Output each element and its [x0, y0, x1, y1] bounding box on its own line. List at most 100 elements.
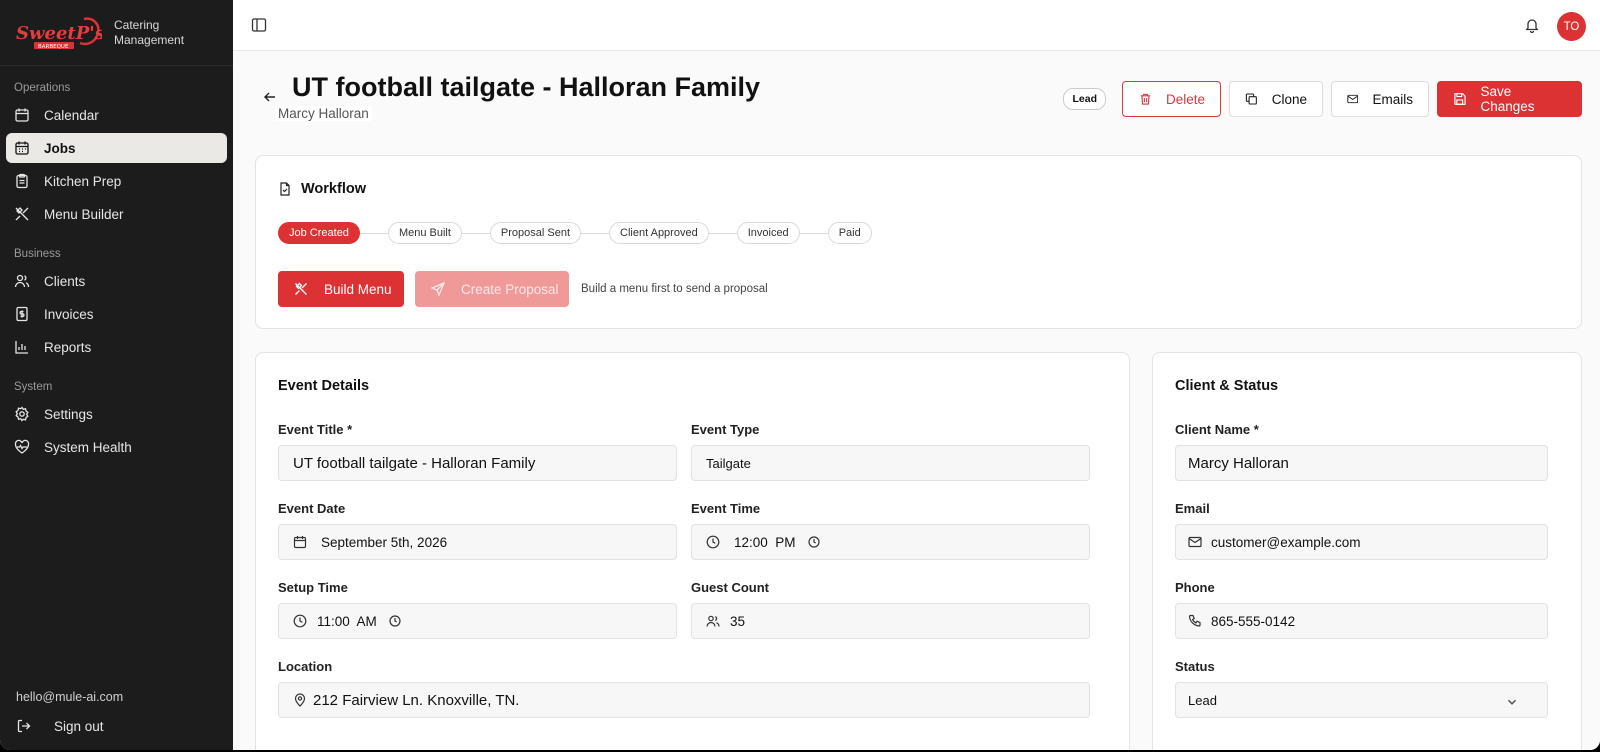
- brand-logo[interactable]: SweetP's BARBEQUE: [14, 15, 102, 51]
- create-proposal-button[interactable]: Create Proposal: [415, 271, 569, 307]
- event-type-field[interactable]: Tailgate: [691, 445, 1090, 481]
- nav-system: System Settings System Health: [0, 365, 233, 462]
- location-field[interactable]: 212 Fairview Ln. Knoxville, TN.: [278, 682, 1090, 718]
- setup-time-label: Setup Time: [278, 580, 348, 595]
- phone-icon: [1188, 614, 1201, 627]
- phone-field[interactable]: 865-555-0142: [1175, 603, 1548, 639]
- chevron-down-icon: [1507, 699, 1517, 705]
- sidebar-item-label: System Health: [44, 439, 132, 455]
- receipt-icon: [14, 306, 30, 322]
- location-value: 212 Fairview Ln. Knoxville, TN.: [313, 691, 520, 709]
- sign-out-button[interactable]: Sign out: [16, 718, 217, 734]
- sidebar-item-invoices[interactable]: Invoices: [6, 299, 227, 329]
- step-connector: [799, 232, 828, 234]
- event-details-title: Event Details: [278, 378, 370, 394]
- client-name-field[interactable]: Marcy Halloran: [1175, 445, 1548, 481]
- emails-label: Emails: [1372, 91, 1413, 107]
- send-icon: [431, 282, 445, 296]
- sign-out-icon: [17, 719, 31, 733]
- brand-subtitle-line2: Management: [114, 32, 185, 47]
- status-select[interactable]: Lead: [1175, 682, 1548, 718]
- map-pin-icon: [294, 693, 306, 707]
- delete-button[interactable]: Delete: [1122, 81, 1221, 117]
- sidebar-item-system-health[interactable]: System Health: [6, 432, 227, 462]
- workflow-hint: Build a menu first to send a proposal: [581, 283, 768, 295]
- header-actions: Lead Delete Clone Emails Save Changes: [1063, 81, 1582, 117]
- page-title: UT football tailgate - Halloran Family: [292, 72, 761, 102]
- build-menu-button[interactable]: Build Menu: [278, 271, 404, 307]
- sidebar-item-calendar[interactable]: Calendar: [6, 100, 227, 130]
- nav-heading-system: System: [14, 381, 53, 393]
- svg-text:SweetP's: SweetP's: [16, 23, 102, 44]
- sidebar-item-jobs[interactable]: Jobs: [6, 133, 227, 163]
- app-window: SweetP's BARBEQUE Catering Management Op…: [0, 0, 1600, 750]
- save-label: Save Changes: [1480, 84, 1535, 114]
- client-status-title: Client & Status: [1175, 378, 1279, 394]
- event-date-field[interactable]: September 5th, 2026: [278, 524, 677, 560]
- nav-business: Business Clients Invoices Reports: [0, 232, 233, 362]
- clone-button[interactable]: Clone: [1229, 81, 1323, 117]
- clock-icon: [706, 535, 720, 549]
- event-title-field[interactable]: UT football tailgate - Halloran Family: [278, 445, 677, 481]
- mail-icon: [1347, 94, 1359, 104]
- sidebar-item-label: Clients: [44, 273, 86, 289]
- sidebar-item-reports[interactable]: Reports: [6, 332, 227, 362]
- event-date-label: Event Date: [278, 501, 346, 516]
- step-connector: [359, 232, 388, 234]
- sidebar-item-label: Jobs: [44, 140, 76, 156]
- workflow-step-paid: Paid: [827, 222, 872, 244]
- create-proposal-label: Create Proposal: [461, 281, 559, 297]
- email-field[interactable]: customer@example.com: [1175, 524, 1548, 560]
- event-title-value: UT football tailgate - Halloran Family: [293, 454, 536, 472]
- step-connector: [708, 232, 737, 234]
- sidebar-toggle-icon[interactable]: [251, 17, 267, 33]
- event-time-value: 12:00 PM: [734, 534, 796, 550]
- sidebar-item-label: Kitchen Prep: [44, 173, 122, 189]
- workflow-step-invoiced: Invoiced: [736, 222, 800, 244]
- event-time-label: Event Time: [691, 501, 761, 516]
- sidebar-item-label: Invoices: [44, 306, 94, 322]
- step-connector: [581, 232, 610, 234]
- calendar-icon: [293, 536, 307, 549]
- sidebar: SweetP's BARBEQUE Catering Management Op…: [0, 0, 233, 750]
- guest-count-field[interactable]: 35: [691, 603, 1090, 639]
- event-time-field[interactable]: 12:00 PM: [691, 524, 1090, 560]
- setup-time-field[interactable]: 11:00 AM: [278, 603, 677, 639]
- status-value: Lead: [1188, 692, 1217, 708]
- emails-button[interactable]: Emails: [1331, 81, 1429, 117]
- page-subtitle: Marcy Halloran: [275, 106, 372, 121]
- setup-time-value: 11:00 AM: [317, 613, 377, 629]
- heart-pulse-icon: [14, 439, 30, 455]
- brand: SweetP's BARBEQUE Catering Management: [0, 0, 233, 66]
- clone-label: Clone: [1271, 91, 1307, 107]
- sidebar-footer: hello@mule-ai.com Sign out: [0, 690, 233, 750]
- main-content: TO UT football tailgate - Halloran Famil…: [233, 0, 1600, 750]
- clock-icon[interactable]: [389, 615, 401, 627]
- save-changes-button[interactable]: Save Changes: [1437, 81, 1582, 117]
- sidebar-item-kitchen-prep[interactable]: Kitchen Prep: [6, 166, 227, 196]
- avatar[interactable]: TO: [1557, 12, 1586, 41]
- sidebar-item-label: Menu Builder: [44, 206, 124, 222]
- workflow-title: Workflow: [278, 181, 366, 197]
- workflow-step-client-approved: Client Approved: [609, 222, 709, 244]
- sidebar-item-settings[interactable]: Settings: [6, 399, 227, 429]
- event-date-value: September 5th, 2026: [321, 534, 448, 550]
- workflow-steps: Job Created Menu Built Proposal Sent Cli…: [278, 222, 872, 244]
- event-title-label: Event Title *: [278, 422, 353, 437]
- email-value: customer@example.com: [1211, 534, 1361, 550]
- status-label: Status: [1175, 659, 1215, 674]
- sidebar-item-menu-builder[interactable]: Menu Builder: [6, 199, 227, 229]
- trash-icon: [1140, 93, 1151, 105]
- back-arrow-icon[interactable]: [263, 90, 277, 104]
- nav-heading-business: Business: [14, 248, 61, 260]
- gear-icon: [14, 406, 30, 422]
- build-menu-label: Build Menu: [324, 281, 392, 297]
- clock-icon[interactable]: [807, 536, 820, 548]
- client-name-label: Client Name *: [1175, 422, 1259, 437]
- utensils-icon: [14, 206, 30, 222]
- save-icon: [1454, 93, 1466, 105]
- sign-out-label: Sign out: [54, 718, 104, 734]
- bell-icon[interactable]: [1524, 17, 1540, 33]
- brand-subtitle: Catering Management: [114, 18, 184, 48]
- sidebar-item-clients[interactable]: Clients: [6, 266, 227, 296]
